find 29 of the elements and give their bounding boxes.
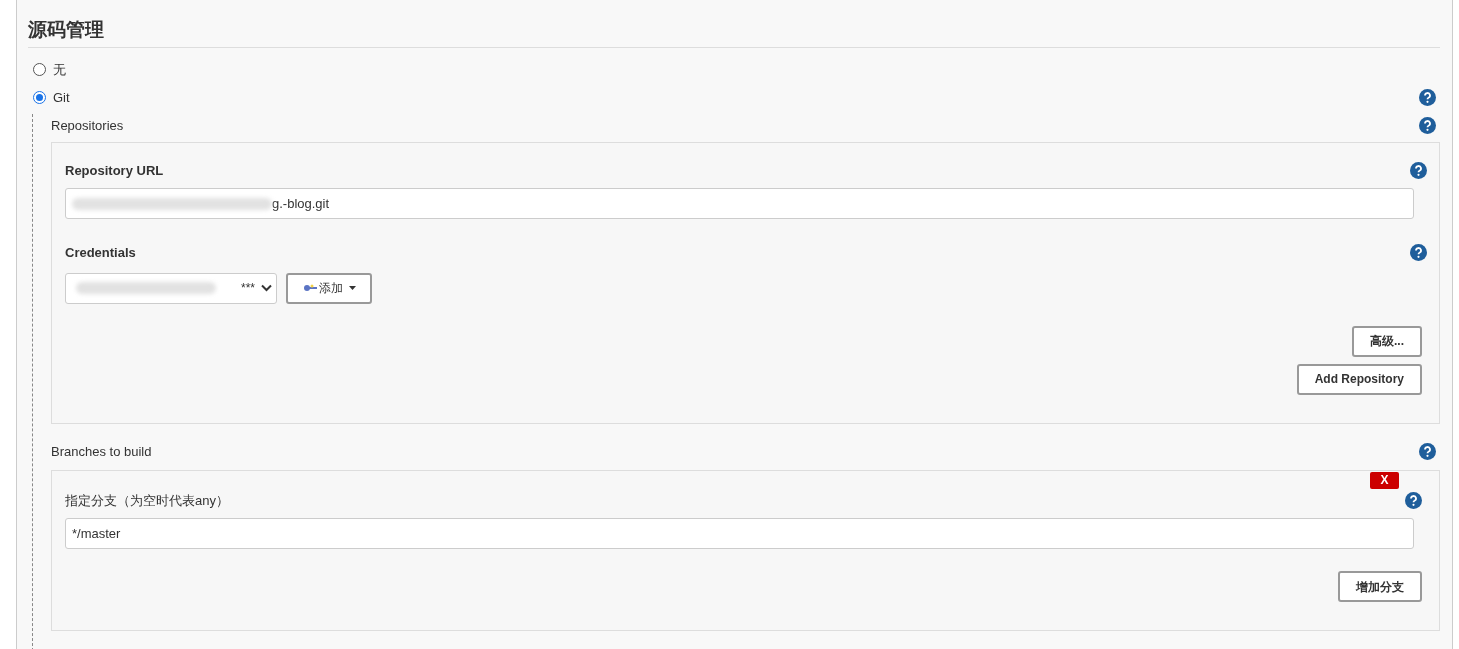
section-title: 源码管理 <box>28 19 104 40</box>
radio-button[interactable] <box>33 62 46 76</box>
key-icon <box>302 284 317 292</box>
add-credentials-button[interactable]: 添加 <box>286 272 372 304</box>
panel-button[interactable]: Add Repository <box>1296 363 1422 395</box>
field-label: Repositories <box>51 116 124 135</box>
radio-button[interactable] <box>33 91 46 105</box>
credentials-select[interactable]: *** <box>65 272 277 304</box>
help-icon[interactable] <box>1410 161 1427 179</box>
radio-label: Git <box>53 89 70 107</box>
field-label: Credentials <box>65 244 136 262</box>
help-icon[interactable] <box>1419 89 1436 107</box>
field-label: 指定分支（为空时代表any） <box>65 491 229 510</box>
help-icon[interactable] <box>1405 491 1422 509</box>
field-label: Branches to build <box>51 442 152 461</box>
delete-button[interactable]: X <box>1370 471 1399 489</box>
field-value: g.-blog.git <box>272 194 330 213</box>
branch-specifier-field[interactable]: */master <box>65 518 1414 549</box>
add-branch-button[interactable]: 增加分支 <box>1338 571 1422 602</box>
chevron-down-icon <box>261 284 272 292</box>
repository-url-field[interactable]: g.-blog.git <box>65 188 1414 219</box>
help-icon[interactable] <box>1410 244 1427 262</box>
help-icon[interactable] <box>1419 117 1436 134</box>
panel-button[interactable]: 高级... <box>1352 325 1422 357</box>
field-label: Repository URL <box>65 161 164 180</box>
select-value: *** <box>241 280 255 297</box>
caret-icon <box>348 286 356 290</box>
help-icon[interactable] <box>1419 443 1436 460</box>
radio-label: 无 <box>53 60 66 79</box>
